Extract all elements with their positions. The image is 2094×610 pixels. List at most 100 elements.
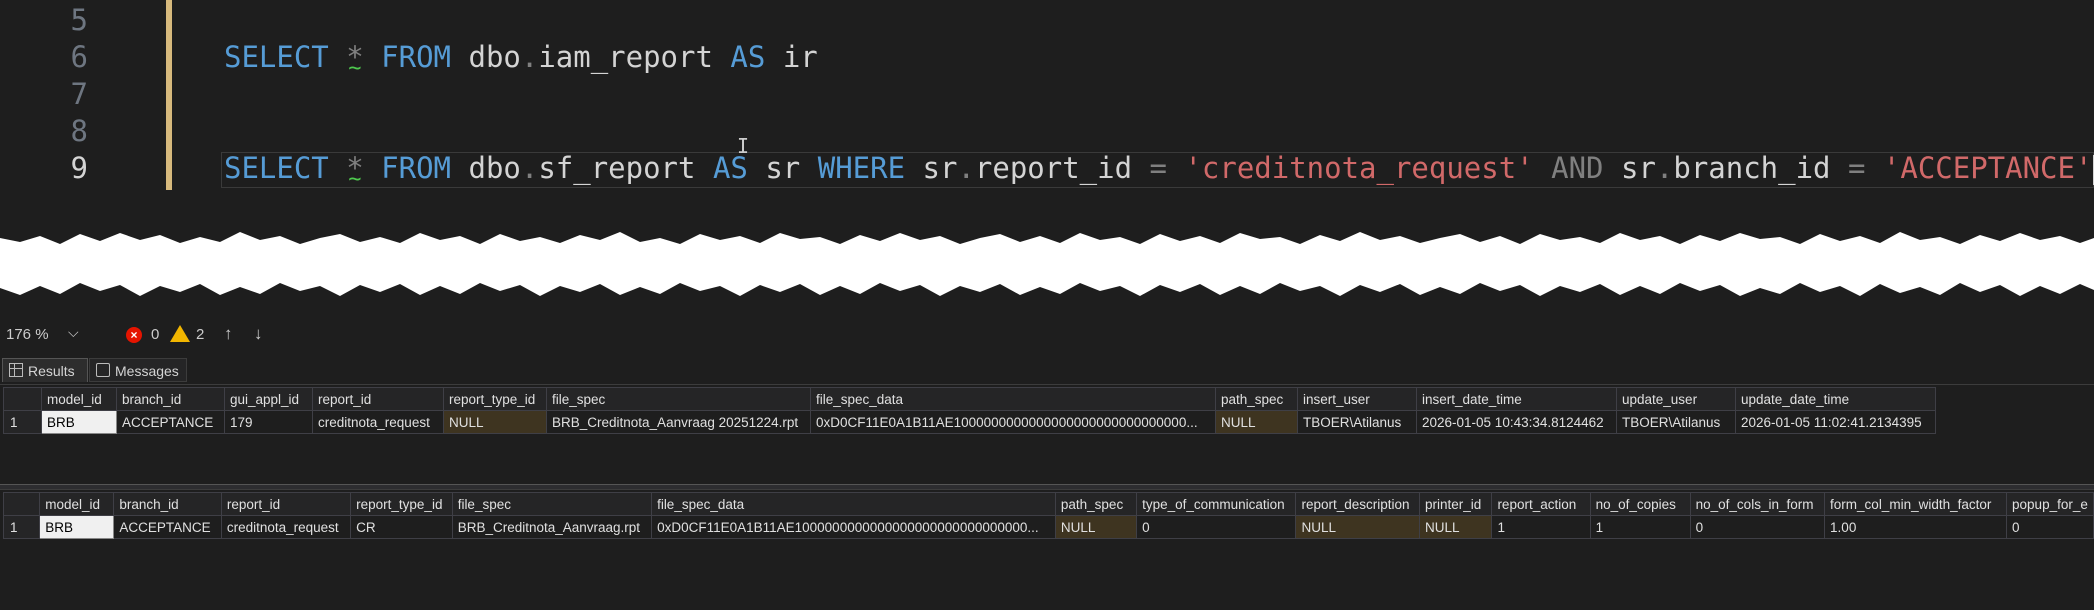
error-count[interactable]: 0	[151, 326, 159, 343]
column-header-printer-id[interactable]: printer_id	[1418, 492, 1493, 516]
cell-type-of-communication[interactable]: 0	[1136, 515, 1297, 539]
row-number[interactable]: 1	[3, 410, 42, 434]
table-alias: ir	[782, 40, 818, 74]
keyword-from: FROM	[381, 151, 452, 185]
code-editor[interactable]: 5 6 7 8 9 SELECT * FROM dbo.iam_report A…	[0, 0, 2094, 240]
cell-report-type-id[interactable]: NULL	[443, 410, 547, 434]
cell-branch-id[interactable]: ACCEPTANCE	[113, 515, 222, 539]
tab-messages[interactable]: Messages	[89, 358, 187, 382]
column-header-update-date-time[interactable]: update_date_time	[1735, 387, 1936, 411]
cell-no-of-copies[interactable]: 1	[1589, 515, 1691, 539]
column-header-path-spec[interactable]: path_spec	[1215, 387, 1298, 411]
column-header-file-spec[interactable]: file_spec	[546, 387, 811, 411]
dot: .	[957, 151, 975, 185]
column-alias: sr	[1620, 151, 1656, 185]
column-header-file-spec[interactable]: file_spec	[451, 492, 653, 516]
column-header-file-spec-data[interactable]: file_spec_data	[810, 387, 1216, 411]
cell-report-type-id[interactable]: CR	[350, 515, 453, 539]
cell-file-spec[interactable]: BRB_Creditnota_Aanvraag 20251224.rpt	[546, 410, 811, 434]
table-row[interactable]: 1 BRB ACCEPTANCE creditnota_request CR BRB_Cr…	[2, 515, 2094, 539]
column-header-popup-for-e[interactable]: popup_for_e	[2006, 492, 2094, 516]
column-header-no-of-copies[interactable]: no_of_copies	[1589, 492, 1691, 516]
warning-count[interactable]: 2	[196, 326, 204, 343]
cell-model-id[interactable]: BRB	[39, 515, 115, 539]
cell-file-spec[interactable]: BRB_Creditnota_Aanvraag.rpt	[451, 515, 653, 539]
column-header-report-id[interactable]: report_id	[220, 492, 352, 516]
grid-corner-cell[interactable]	[2, 492, 41, 516]
cell-path-spec[interactable]: NULL	[1215, 410, 1298, 434]
string-literal: 'creditnota_request'	[1184, 151, 1534, 185]
column-header-path-spec[interactable]: path_spec	[1054, 492, 1138, 516]
column-header-update-user[interactable]: update_user	[1616, 387, 1736, 411]
code-line-6[interactable]: SELECT * FROM dbo.iam_report AS ir	[224, 40, 818, 74]
table-row[interactable]: 1 BRB ACCEPTANCE 179 creditnota_request NULL B…	[3, 410, 1936, 434]
result-grid-2[interactable]: model_id branch_id report_id report_type_id…	[0, 489, 2094, 610]
line-number-current: 9	[70, 151, 88, 185]
cell-insert-date-time[interactable]: 2026-01-05 10:43:34.8124462	[1416, 410, 1617, 434]
result-table-2: model_id branch_id report_id report_type_id…	[2, 492, 2094, 539]
ibeam-cursor-icon: I	[737, 134, 750, 158]
cell-model-id[interactable]: BRB	[41, 410, 117, 434]
tab-results[interactable]: Results	[2, 358, 88, 382]
cell-report-id[interactable]: creditnota_request	[312, 410, 444, 434]
cell-no-of-cols-in-form[interactable]: 0	[1689, 515, 1826, 539]
column-header-report-type-id[interactable]: report_type_id	[350, 492, 453, 516]
cell-form-col-min-width-factor[interactable]: 1.00	[1824, 515, 2008, 539]
grid-icon	[9, 363, 23, 377]
line-number: 6	[70, 40, 88, 74]
column-header-report-description[interactable]: report_description	[1295, 492, 1420, 516]
arrow-down-icon[interactable]: ↓	[254, 324, 263, 344]
column-header-type-of-communication[interactable]: type_of_communication	[1136, 492, 1297, 516]
error-icon[interactable]: ×	[126, 327, 142, 343]
dot: .	[520, 40, 539, 74]
column-header-insert-user[interactable]: insert_user	[1297, 387, 1417, 411]
cell-path-spec[interactable]: NULL	[1054, 515, 1138, 539]
column-header-report-action[interactable]: report_action	[1491, 492, 1591, 516]
result-grid-1[interactable]: model_id branch_id gui_appl_id report_id rep…	[0, 384, 2094, 485]
cell-file-spec-data[interactable]: 0xD0CF11E0A1B11AE10000000000000000000000…	[651, 515, 1056, 539]
result-table-1: model_id branch_id gui_appl_id report_id rep…	[3, 387, 1936, 434]
change-indicator	[166, 0, 172, 190]
cell-report-action[interactable]: 1	[1491, 515, 1591, 539]
cell-update-user[interactable]: TBOER\Atilanus	[1616, 410, 1736, 434]
cell-insert-user[interactable]: TBOER\Atilanus	[1297, 410, 1417, 434]
column-header-file-spec-data[interactable]: file_spec_data	[651, 492, 1056, 516]
line-number-gutter: 5 6 7 8 9	[0, 0, 165, 240]
column-name: branch_id	[1673, 151, 1831, 185]
grid-corner-cell[interactable]	[3, 387, 42, 411]
keyword-as: AS	[730, 40, 766, 74]
tab-results-label: Results	[28, 363, 75, 379]
cell-report-description[interactable]: NULL	[1295, 515, 1420, 539]
table-name: iam_report	[538, 40, 713, 74]
column-header-form-col-min-width-factor[interactable]: form_col_min_width_factor	[1824, 492, 2008, 516]
column-header-report-id[interactable]: report_id	[312, 387, 444, 411]
column-header-branch-id[interactable]: branch_id	[113, 492, 222, 516]
string-literal: 'ACCEPTANCE'	[1882, 151, 2093, 185]
column-header-report-type-id[interactable]: report_type_id	[443, 387, 547, 411]
column-header-model-id[interactable]: model_id	[39, 492, 115, 516]
code-line-9[interactable]: SELECT * FROM dbo.sf_report AS sr WHERE …	[224, 151, 2094, 185]
cell-printer-id[interactable]: NULL	[1418, 515, 1493, 539]
messages-icon	[96, 363, 110, 377]
arrow-up-icon[interactable]: ↑	[224, 324, 233, 344]
column-header-insert-date-time[interactable]: insert_date_time	[1416, 387, 1617, 411]
cell-report-id[interactable]: creditnota_request	[220, 515, 352, 539]
keyword-from: FROM	[381, 40, 452, 74]
cell-gui-appl-id[interactable]: 179	[224, 410, 313, 434]
column-header-branch-id[interactable]: branch_id	[116, 387, 225, 411]
column-alias: sr	[922, 151, 958, 185]
warning-icon[interactable]	[170, 325, 190, 342]
cell-popup-for-e[interactable]: 0	[2006, 515, 2094, 539]
column-header-no-of-cols-in-form[interactable]: no_of_cols_in_form	[1689, 492, 1826, 516]
zoom-level[interactable]: 176 %	[6, 326, 49, 343]
chevron-down-icon[interactable]: ⌵	[68, 324, 79, 341]
cell-update-date-time[interactable]: 2026-01-05 11:02:41.2134395	[1735, 410, 1936, 434]
cell-branch-id[interactable]: ACCEPTANCE	[116, 410, 225, 434]
row-number[interactable]: 1	[2, 515, 41, 539]
cell-file-spec-data[interactable]: 0xD0CF11E0A1B11AE10000000000000000000000…	[810, 410, 1216, 434]
wildcard-star: *	[346, 151, 363, 185]
equals-operator: =	[1847, 151, 1866, 185]
column-header-model-id[interactable]: model_id	[41, 387, 117, 411]
column-header-gui-appl-id[interactable]: gui_appl_id	[224, 387, 313, 411]
keyword-select: SELECT	[224, 151, 329, 185]
